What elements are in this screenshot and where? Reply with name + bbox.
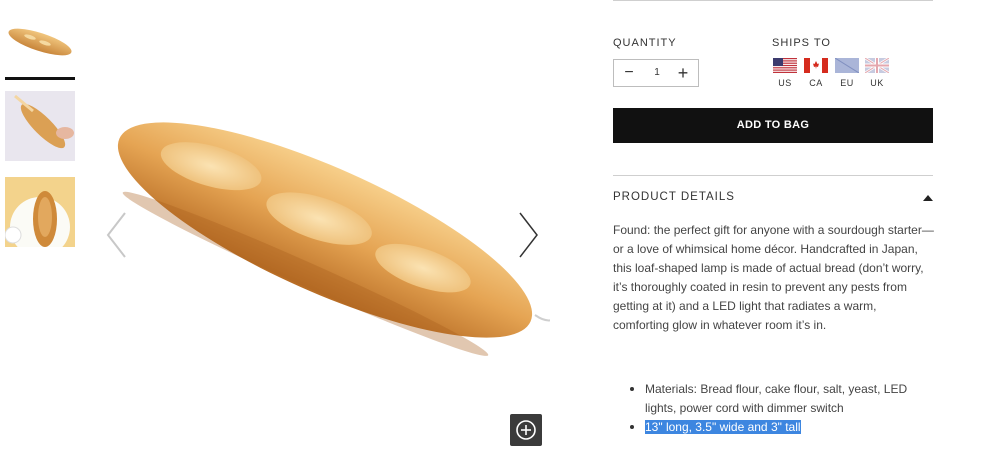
ca-flag-icon [804, 58, 828, 73]
chevron-right-icon [519, 212, 538, 258]
quantity-increase-button[interactable]: + [670, 60, 696, 86]
divider [613, 175, 933, 176]
quantity-decrease-button[interactable]: − [616, 60, 642, 86]
zoom-button[interactable] [510, 414, 542, 446]
ships-to-us: US [772, 58, 798, 88]
ships-to-ca: CA [803, 58, 829, 88]
us-flag-icon [773, 58, 797, 73]
next-image-arrow[interactable] [515, 205, 545, 265]
list-item: 13" long, 3.5" wide and 3" tall [613, 418, 933, 437]
thumbnail-baguette-plate[interactable] [5, 177, 75, 247]
add-to-bag-button[interactable]: ADD TO BAG [613, 108, 933, 143]
eu-flag-icon [835, 58, 859, 73]
spec-materials: Materials: Bread flour, cake flour, salt… [645, 382, 908, 415]
ships-to-uk: UK [864, 58, 890, 88]
quantity-stepper: − 1 + [613, 59, 699, 87]
region-code: US [778, 78, 792, 88]
thumbnail-baguette-hand[interactable] [5, 91, 75, 161]
spec-dimensions: 13" long, 3.5" wide and 3" tall [645, 420, 801, 434]
quantity-input[interactable]: 1 [644, 60, 670, 86]
uk-flag-icon [865, 58, 889, 73]
previous-image-arrow[interactable] [100, 205, 130, 265]
region-code: EU [840, 78, 854, 88]
list-item: Materials: Bread flour, cake flour, salt… [613, 380, 933, 418]
product-details-title: PRODUCT DETAILS [613, 191, 735, 203]
ships-to-label: SHIPS TO [772, 37, 831, 49]
chevron-left-icon [106, 212, 126, 258]
main-product-image [90, 100, 553, 400]
product-purchase-panel: QUANTITY SHIPS TO − 1 + US CA EU UK ADD … [613, 0, 934, 470]
zoom-plus-icon [516, 420, 536, 440]
active-thumbnail-indicator [5, 77, 75, 80]
product-specs-list: Materials: Bread flour, cake flour, salt… [613, 380, 933, 437]
region-code: CA [809, 78, 823, 88]
quantity-label: QUANTITY [613, 37, 677, 49]
product-description: Found: the perfect gift for anyone with … [613, 223, 934, 332]
thumbnail-baguette-lamp[interactable] [5, 6, 75, 76]
caret-up-icon [923, 195, 933, 201]
divider [613, 0, 933, 1]
product-details-toggle[interactable]: PRODUCT DETAILS [613, 191, 933, 207]
ships-to-eu: EU [834, 58, 860, 88]
region-code: UK [870, 78, 884, 88]
